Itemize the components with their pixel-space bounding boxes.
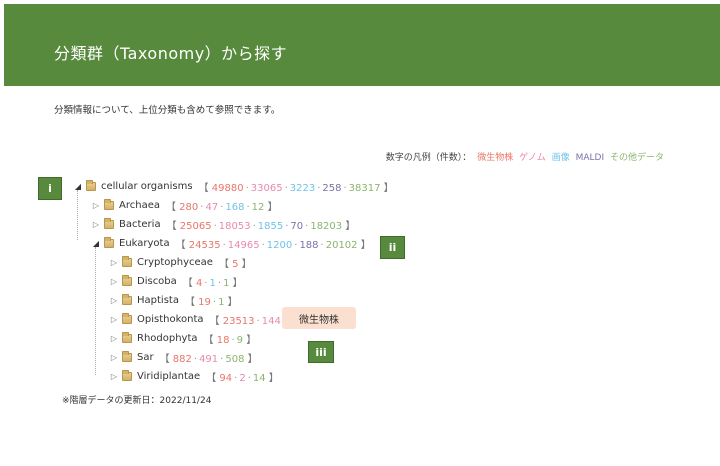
tree-node-archaea[interactable]: ▷ Archaea 【 280 · 47 · 168 · 12 】 — [90, 197, 278, 213]
tree-node-haptista[interactable]: ▷ Haptista 【 19 · 1 】 — [108, 292, 238, 308]
update-date: ※階層データの更新日：2022/11/24 — [62, 396, 212, 406]
count-value[interactable]: 14 — [253, 373, 266, 384]
taxon-counts: 【 18 · 9 】 — [203, 334, 257, 346]
count-value[interactable]: 14965 — [228, 240, 260, 251]
count-value[interactable]: 1 — [210, 278, 216, 289]
folder-icon — [122, 350, 132, 362]
taxon-name[interactable]: Eukaryota — [119, 238, 170, 249]
count-value[interactable]: 12 — [252, 202, 265, 213]
tree-connector-line — [77, 190, 78, 240]
tree-node-viridiplantae[interactable]: ▷ Viridiplantae 【 94 · 2 · 14 】 — [108, 368, 279, 384]
taxon-counts: 【 5 】 — [218, 258, 252, 270]
folder-icon — [122, 331, 132, 343]
tree-connector-line — [95, 247, 96, 375]
count-value[interactable]: 1200 — [267, 240, 292, 251]
count-value[interactable]: 20102 — [326, 240, 358, 251]
expand-toggle-icon[interactable]: ▷ — [108, 256, 120, 268]
count-value[interactable]: 38317 — [349, 183, 381, 194]
folder-icon — [122, 369, 132, 381]
count-value[interactable]: 168 — [225, 202, 244, 213]
expand-toggle-icon[interactable]: ▷ — [108, 370, 120, 382]
taxon-counts: 【 94 · 2 · 14 】 — [206, 372, 279, 384]
count-value[interactable]: 258 — [322, 183, 341, 194]
collapse-toggle-icon[interactable]: ◢ — [72, 180, 84, 192]
count-value[interactable]: 47 — [205, 202, 218, 213]
taxon-name[interactable]: Viridiplantae — [137, 371, 200, 382]
folder-icon — [122, 312, 132, 324]
expand-toggle-icon[interactable]: ▷ — [108, 313, 120, 325]
tree-node-cellular-organisms[interactable]: ◢ cellular organisms 【 49880 · 33065 · 3223 · 25… — [72, 178, 394, 194]
taxon-name[interactable]: Cryptophyceae — [137, 257, 213, 268]
hover-tooltip: 微生物株 — [282, 307, 356, 329]
annotation-badge-ii: ii — [380, 236, 405, 259]
taxon-name[interactable]: Archaea — [119, 200, 160, 211]
count-value[interactable]: 1855 — [258, 221, 283, 232]
taxon-counts: 【 19 · 1 】 — [184, 296, 238, 308]
taxon-name[interactable]: Opisthokonta — [137, 314, 204, 325]
count-value[interactable]: 2 — [239, 373, 245, 384]
expand-toggle-icon[interactable]: ▷ — [90, 199, 102, 211]
folder-icon — [122, 255, 132, 267]
count-value[interactable]: 23513 — [223, 316, 255, 327]
annotation-badge-i: i — [38, 177, 62, 200]
count-value[interactable]: 3223 — [290, 183, 315, 194]
expand-toggle-icon[interactable]: ▷ — [108, 275, 120, 287]
count-value[interactable]: 18203 — [310, 221, 342, 232]
count-value[interactable]: 188 — [299, 240, 318, 251]
count-value[interactable]: 18053 — [219, 221, 251, 232]
taxon-counts: 【 280 · 47 · 168 · 12 】 — [165, 201, 278, 213]
count-value[interactable]: 70 — [290, 221, 303, 232]
count-value[interactable]: 4 — [196, 278, 202, 289]
taxon-name[interactable]: Haptista — [137, 295, 179, 306]
folder-icon — [86, 179, 96, 191]
annotation-badge-iii: iii — [308, 341, 334, 363]
expand-toggle-icon[interactable]: ▷ — [108, 332, 120, 344]
tree-node-sar[interactable]: ▷ Sar 【 882 · 491 · 508 】 — [108, 349, 258, 365]
taxon-counts: 【 24535 · 14965 · 1200 · 188 · 20102 】 — [175, 239, 371, 251]
count-value[interactable]: 882 — [173, 354, 192, 365]
tree-node-discoba[interactable]: ▷ Discoba 【 4 · 1 · 1 】 — [108, 273, 243, 289]
tree-node-bacteria[interactable]: ▷ Bacteria 【 25065 · 18053 · 1855 · 70 · 18203 】 — [90, 216, 355, 232]
expand-toggle-icon[interactable]: ▷ — [108, 351, 120, 363]
taxon-counts: 【 4 · 1 · 1 】 — [182, 277, 243, 289]
count-value[interactable]: 25065 — [180, 221, 212, 232]
folder-icon — [104, 198, 114, 210]
count-value[interactable]: 491 — [199, 354, 218, 365]
taxon-name[interactable]: cellular organisms — [101, 181, 193, 192]
folder-icon — [104, 217, 114, 229]
folder-icon — [104, 236, 114, 248]
count-value[interactable]: 33065 — [251, 183, 283, 194]
count-value[interactable]: 94 — [219, 373, 232, 384]
tree-node-rhodophyta[interactable]: ▷ Rhodophyta 【 18 · 9 】 — [108, 330, 256, 346]
folder-icon — [122, 293, 132, 305]
expand-toggle-icon[interactable]: ▷ — [90, 218, 102, 230]
count-value[interactable]: 144 — [262, 316, 281, 327]
count-value[interactable]: 18 — [217, 335, 230, 346]
collapse-toggle-icon[interactable]: ◢ — [90, 237, 102, 249]
tree-node-cryptophyceae[interactable]: ▷ Cryptophyceae 【 5 】 — [108, 254, 252, 270]
count-value[interactable]: 49880 — [212, 183, 244, 194]
count-value[interactable]: 24535 — [189, 240, 221, 251]
taxon-counts: 【 25065 · 18053 · 1855 · 70 · 18203 】 — [166, 220, 356, 232]
tree-node-eukaryota[interactable]: ◢ Eukaryota 【 24535 · 14965 · 1200 · 188 · 20102 】 — [90, 235, 371, 251]
taxon-counts: 【 49880 · 33065 · 3223 · 258 · 38317 】 — [198, 182, 394, 194]
count-value[interactable]: 280 — [179, 202, 198, 213]
taxon-name[interactable]: Bacteria — [119, 219, 161, 230]
taxon-counts: 【 882 · 491 · 508 】 — [159, 353, 258, 365]
taxon-name[interactable]: Rhodophyta — [137, 333, 198, 344]
folder-icon — [122, 274, 132, 286]
expand-toggle-icon[interactable]: ▷ — [108, 294, 120, 306]
taxon-name[interactable]: Discoba — [137, 276, 177, 287]
taxon-name[interactable]: Sar — [137, 352, 154, 363]
count-value[interactable]: 19 — [198, 297, 211, 308]
count-value[interactable]: 508 — [225, 354, 244, 365]
